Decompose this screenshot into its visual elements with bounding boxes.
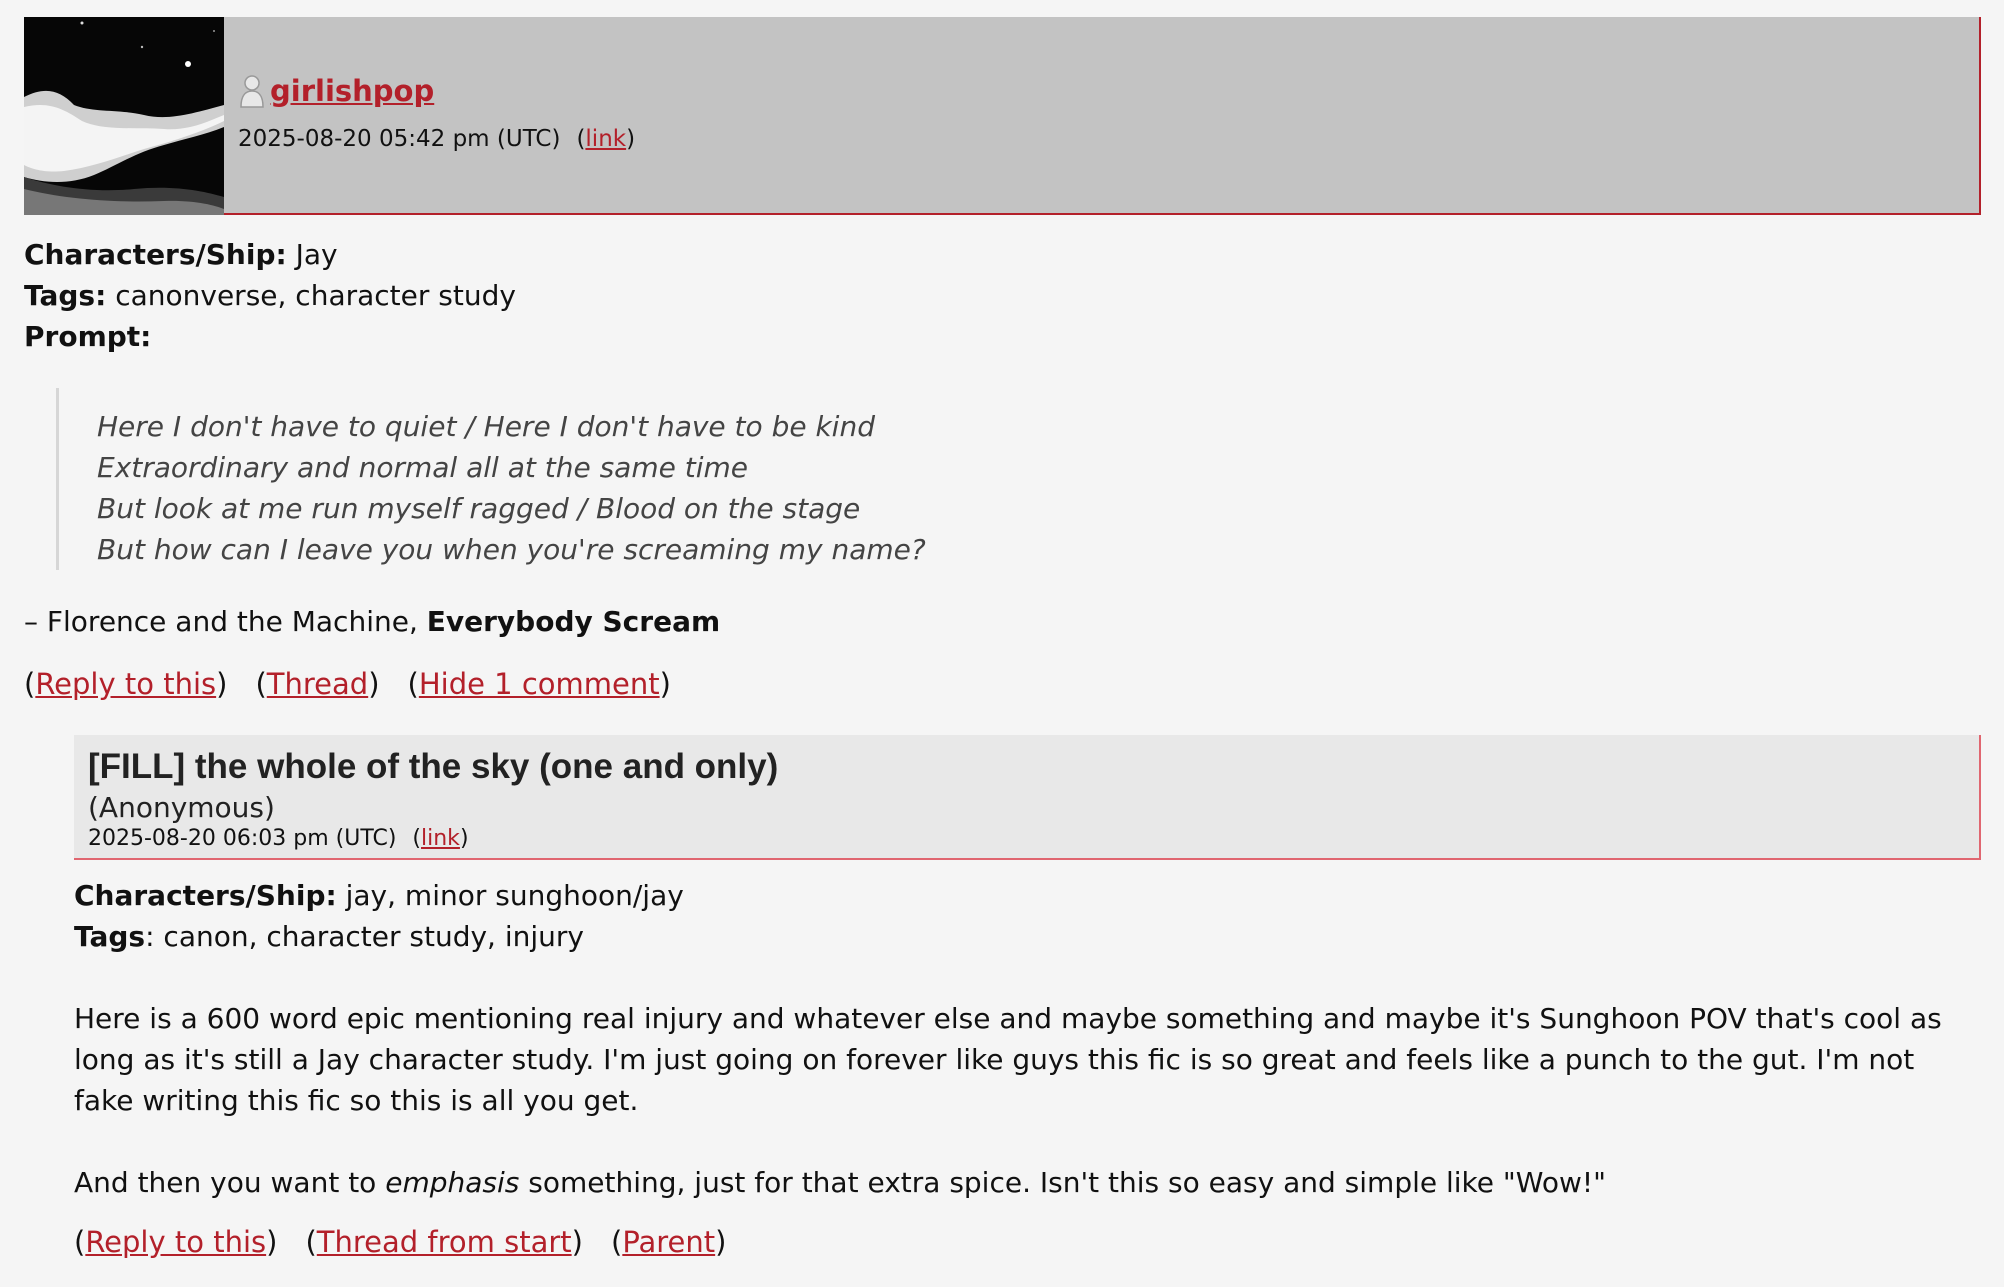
comment-meta: Characters/Ship: Jay Tags: canonverse, c… xyxy=(24,234,516,357)
quote-line: Here I don't have to quiet / Here I don'… xyxy=(97,410,875,443)
comment-actions: (Reply to this) (Thread) (Hide 1 comment) xyxy=(24,667,671,701)
username-link[interactable]: girlishpop xyxy=(270,74,434,108)
reply-title: [FILL] the whole of the sky (one and onl… xyxy=(88,747,779,786)
quote-line: But how can I leave you when you're scre… xyxy=(97,533,926,566)
parent-link[interactable]: Parent xyxy=(622,1225,715,1259)
reply-actions: (Reply to this) (Thread from start) (Paren… xyxy=(74,1225,727,1259)
prompt-quote: Here I don't have to quiet / Here I don'… xyxy=(56,388,926,570)
reply-characters-label: Characters/Ship: xyxy=(74,879,337,912)
poster-line: girlishpop xyxy=(238,73,434,109)
tags-line: Tags: canonverse, character study xyxy=(24,275,516,316)
thread-from-start-link[interactable]: Thread from start xyxy=(317,1225,572,1259)
characters-label: Characters/Ship: xyxy=(24,238,287,271)
reply-paragraph-2: And then you want to emphasis something,… xyxy=(74,1162,1974,1203)
attribution-artist: – Florence and the Machine, xyxy=(24,605,427,638)
comment-date: 2025-08-20 05:42 pm (UTC) (link) xyxy=(238,126,635,152)
hide-comments-link[interactable]: Hide 1 comment xyxy=(419,667,660,701)
tags-label: Tags: xyxy=(24,279,107,312)
reply-link[interactable]: Reply to this xyxy=(35,667,216,701)
reply-body: Characters/Ship: jay, minor sunghoon/jay… xyxy=(74,875,1974,1203)
permalink-wrap: (link) xyxy=(576,126,636,152)
reply-header: [FILL] the whole of the sky (one and onl… xyxy=(74,735,1981,860)
reply-permalink-wrap: (link) xyxy=(412,826,469,851)
reply-text: And then you want to xyxy=(74,1166,386,1199)
reply-permalink[interactable]: link xyxy=(421,826,460,851)
quote-line: Extraordinary and normal all at the same… xyxy=(97,451,748,484)
user-icon[interactable] xyxy=(238,73,266,109)
avatar[interactable] xyxy=(24,17,224,215)
permalink[interactable]: link xyxy=(585,126,626,152)
reply-emphasis: emphasis xyxy=(385,1166,520,1199)
reply-date: 2025-08-20 06:03 pm (UTC) (link) xyxy=(88,826,469,851)
reply-tags-value: : canon, character study, injury xyxy=(145,920,584,953)
tags-value: canonverse, character study xyxy=(115,279,516,312)
reply-to-reply-link[interactable]: Reply to this xyxy=(85,1225,266,1259)
reply-characters-line: Characters/Ship: jay, minor sunghoon/jay xyxy=(74,875,1974,916)
characters-value: Jay xyxy=(295,238,338,271)
reply-timestamp: 2025-08-20 06:03 pm (UTC) xyxy=(88,826,397,851)
reply-paragraph: Here is a 600 word epic mentioning real … xyxy=(74,1002,1942,1117)
reply-characters-value: jay, minor sunghoon/jay xyxy=(345,879,684,912)
avatar-image xyxy=(24,17,224,215)
prompt-line: Prompt: xyxy=(24,316,516,357)
quote-attribution: – Florence and the Machine, Everybody Sc… xyxy=(24,605,720,638)
prompt-label: Prompt: xyxy=(24,320,152,353)
comment-timestamp: 2025-08-20 05:42 pm (UTC) xyxy=(238,126,561,152)
attribution-song: Everybody Scream xyxy=(426,605,721,638)
characters-line: Characters/Ship: Jay xyxy=(24,234,516,275)
reply-tags-label: Tags xyxy=(74,920,146,953)
reply-tags-line: Tags: canon, character study, injury xyxy=(74,916,1974,957)
reply-poster: (Anonymous) xyxy=(88,791,275,824)
reply-text-end: something, just for that extra spice. Is… xyxy=(519,1166,1606,1199)
thread-link[interactable]: Thread xyxy=(267,667,368,701)
comment-header: girlishpop 2025-08-20 05:42 pm (UTC) (lin… xyxy=(24,17,1981,215)
quote-line: But look at me run myself ragged / Blood… xyxy=(97,492,861,525)
